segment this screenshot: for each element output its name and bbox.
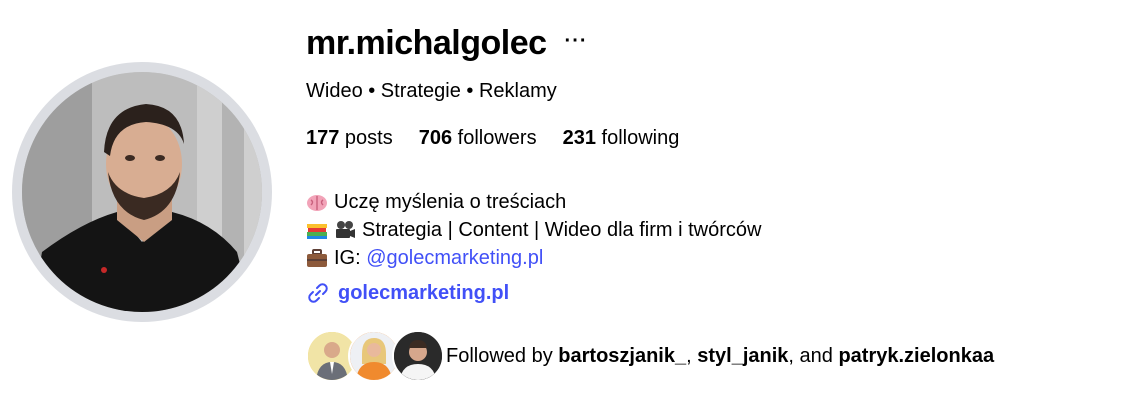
followed-by-sep-1: , [686, 344, 698, 367]
username: mr.michalgolec [306, 24, 547, 62]
profile-stats: 177 posts 706 followers 231 following [306, 127, 705, 150]
posts-stat: 177 posts [306, 127, 393, 150]
followers-label: followers [452, 127, 537, 149]
follower-photo-2 [350, 332, 398, 380]
bio-line-3-prefix: IG: [334, 247, 367, 269]
profile-photo [22, 72, 262, 312]
posts-label: posts [339, 127, 393, 149]
website-link-text[interactable]: golecmarketing.pl [338, 282, 509, 305]
follower-avatars[interactable] [306, 330, 446, 382]
follower-name-1[interactable]: bartoszjanik_ [558, 345, 686, 367]
link-icon [308, 283, 328, 303]
bio-line-2: Strategia | Content | Wideo dla firm i t… [306, 216, 761, 244]
posts-count: 177 [306, 127, 340, 149]
followers-count: 706 [418, 127, 453, 149]
follower-photo-3 [394, 332, 442, 380]
following-stat[interactable]: 231 following [563, 127, 680, 150]
website-link[interactable]: golecmarketing.pl [306, 281, 509, 305]
bio: Uczę myślenia o treściach Strategia | Co… [306, 188, 761, 272]
bio-mention-link[interactable]: @golecmarketing.pl [366, 244, 543, 272]
bio-line-1-text: Uczę myślenia o treściach [334, 191, 567, 213]
followed-by-text[interactable]: Followed by bartoszjanik_, styl_janik, a… [446, 345, 994, 368]
username-row: mr.michalgolec ··· [306, 24, 588, 63]
bio-line-2-text: Strategia | Content | Wideo dla firm i t… [362, 219, 762, 241]
follower-avatar-3[interactable] [392, 330, 444, 382]
movie-camera-icon [336, 221, 355, 238]
more-horizontal-icon[interactable]: ··· [565, 31, 588, 51]
briefcase-icon [307, 249, 327, 267]
bio-line-1: Uczę myślenia o treściach [306, 188, 761, 216]
followed-by[interactable]: Followed by bartoszjanik_, styl_janik, a… [306, 330, 994, 382]
follower-name-2[interactable]: styl_janik [697, 345, 788, 367]
follower-name-3[interactable]: patryk.zielonkaa [838, 345, 994, 367]
bio-line-3: IG: @golecmarketing.pl [306, 244, 761, 272]
profile-category: Wideo • Strategie • Reklamy [306, 80, 557, 102]
followed-by-prefix: Followed by [446, 344, 559, 367]
followers-stat[interactable]: 706 followers [419, 127, 537, 150]
followed-by-sep-2: , and [788, 344, 839, 367]
profile-avatar[interactable] [22, 72, 262, 312]
brain-icon [307, 195, 327, 211]
following-label: following [595, 127, 680, 149]
following-count: 231 [562, 127, 596, 149]
books-icon [307, 224, 327, 239]
